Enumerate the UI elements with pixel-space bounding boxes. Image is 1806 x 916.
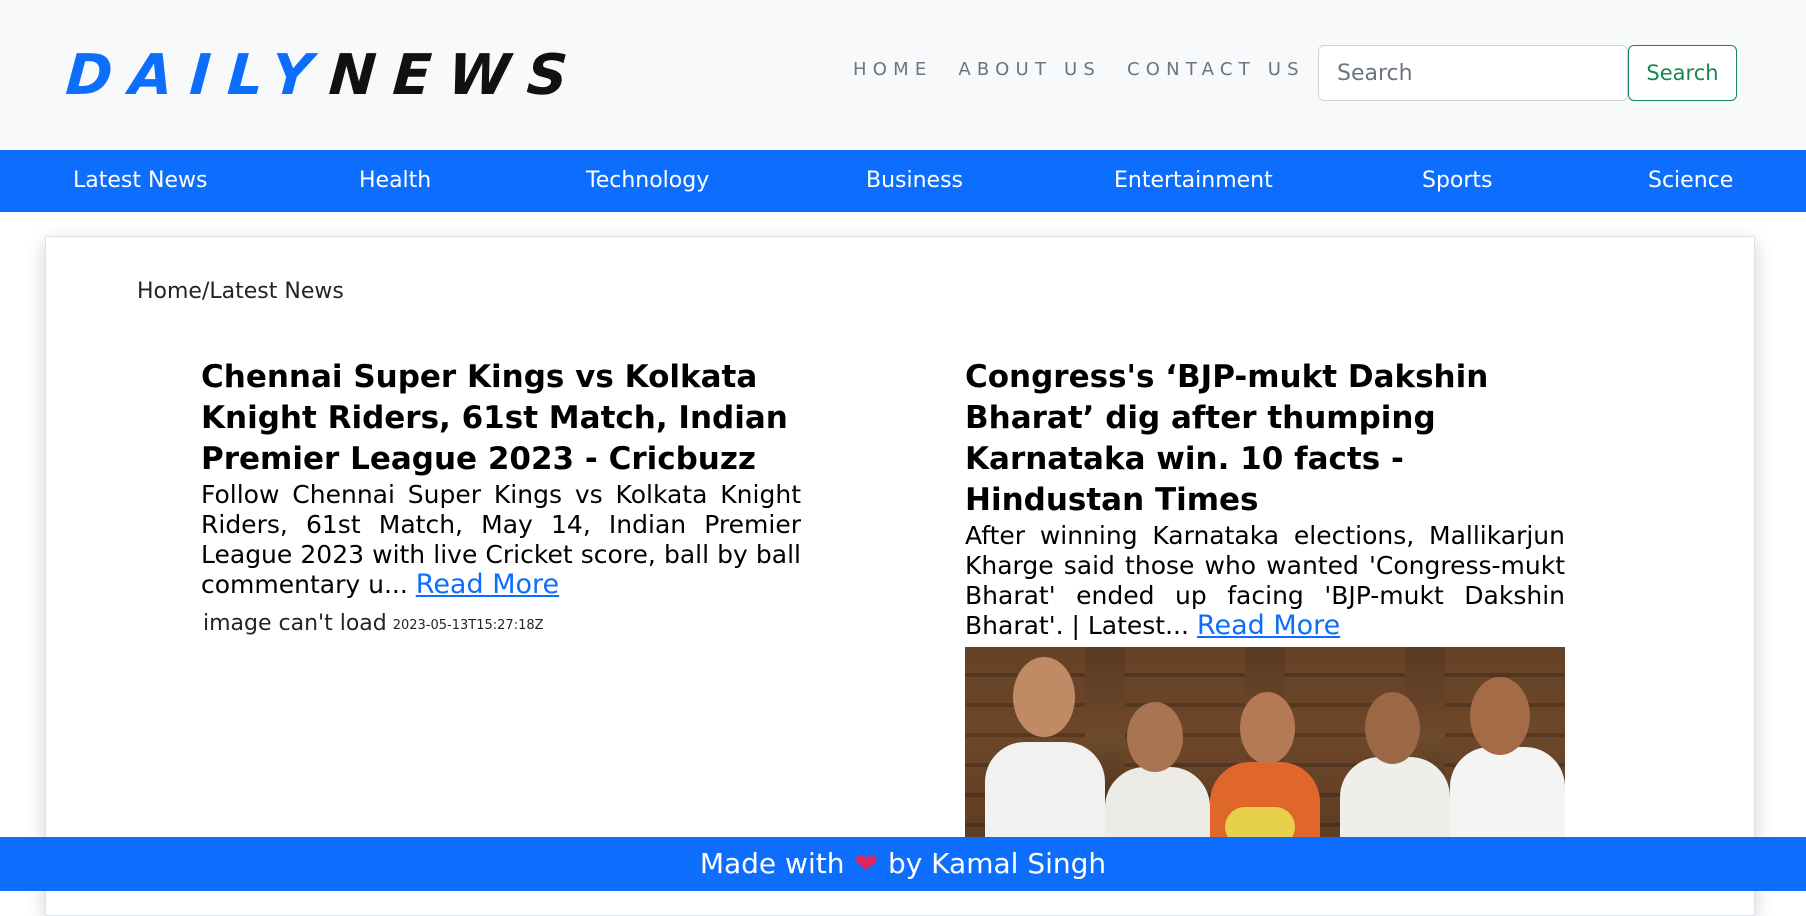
category-latest-news[interactable]: Latest News [73,150,207,212]
news-article: Congress's ‘BJP-mukt Dakshin Bharat’ dig… [965,357,1565,847]
nav-home-link[interactable]: HOME [853,58,932,82]
category-sports[interactable]: Sports [1422,150,1493,212]
logo-daily: DAILY [63,43,332,108]
article-meta: image can't load 2023-05-13T15:27:18Z [201,610,801,638]
article-description: Follow Chennai Super Kings vs Kolkata Kn… [201,480,801,600]
article-title: Congress's ‘BJP-mukt Dakshin Bharat’ dig… [965,359,1489,518]
nav-about-link[interactable]: ABOUT US [958,58,1101,82]
footer-made-with: Made with [699,847,845,880]
site-logo[interactable]: DAILYNEWS [63,43,587,108]
read-more-link[interactable]: Read More [1197,610,1340,641]
broken-image-icon: image can't load [201,610,387,638]
category-entertainment[interactable]: Entertainment [1114,150,1273,212]
article-title: Chennai Super Kings vs Kolkata Knight Ri… [201,359,788,477]
category-technology[interactable]: Technology [586,150,709,212]
footer-author: by Kamal Singh [887,847,1107,880]
site-header: DAILYNEWS HOME ABOUT US CONTACT US Searc… [0,0,1806,150]
article-description: After winning Karnataka elections, Malli… [965,521,1565,641]
category-health[interactable]: Health [359,150,431,212]
breadcrumb: Home/Latest News [137,279,344,304]
article-photo [965,647,1565,847]
news-card-container: Home/Latest News Chennai Super Kings vs … [45,236,1755,916]
nav-contact-link[interactable]: CONTACT US [1127,58,1305,82]
search-button[interactable]: Search [1628,45,1737,101]
category-science[interactable]: Science [1648,150,1733,212]
site-footer: Made with ❤ by Kamal Singh [0,837,1806,891]
news-article: Chennai Super Kings vs Kolkata Knight Ri… [201,357,801,638]
logo-news: NEWS [326,43,587,108]
read-more-link[interactable]: Read More [416,569,559,600]
article-timestamp: 2023-05-13T15:27:18Z [392,618,544,633]
category-nav: Latest News Health Technology Business E… [0,150,1806,212]
heart-icon: ❤ [854,847,878,880]
search-input[interactable] [1318,45,1628,101]
category-business[interactable]: Business [866,150,963,212]
top-nav: HOME ABOUT US CONTACT US [853,58,1331,82]
image-alt-text: image can't load [203,611,387,636]
